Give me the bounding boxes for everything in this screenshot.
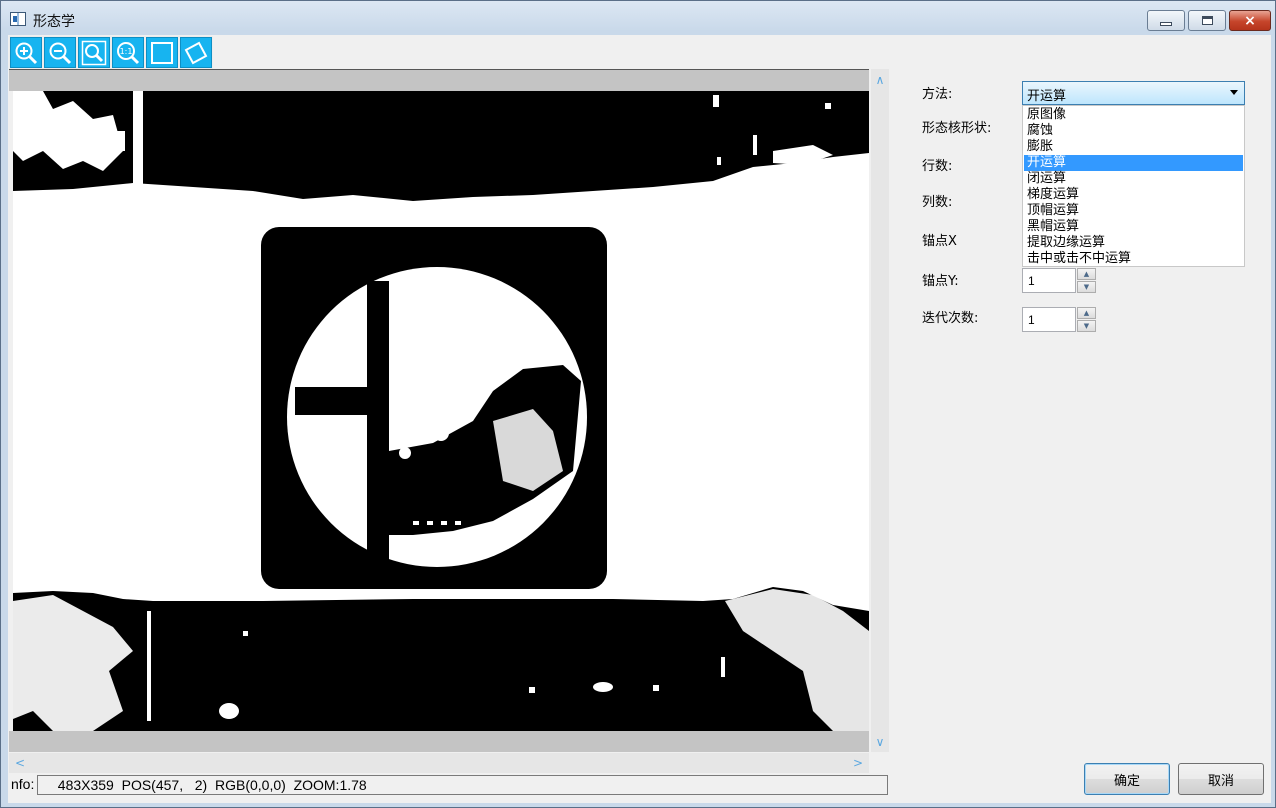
app-icon — [10, 12, 26, 26]
scroll-left-icon[interactable]: < — [11, 754, 29, 772]
iterations-value[interactable]: 1 — [1022, 307, 1076, 332]
close-icon: × — [1244, 12, 1256, 29]
kernel-shape-label: 形态核形状: — [922, 121, 992, 136]
iterations-spinbox[interactable]: 1 ▲ ▼ — [1022, 307, 1096, 332]
method-option[interactable]: 腐蚀 — [1024, 123, 1243, 139]
spin-down-icon[interactable]: ▼ — [1077, 320, 1096, 332]
zoom-fit-icon — [81, 40, 107, 65]
anchor-y-spinbox[interactable]: 1 ▲ ▼ — [1022, 268, 1096, 293]
cols-label: 列数: — [922, 195, 953, 210]
method-option-selected[interactable]: 开运算 — [1024, 155, 1243, 171]
method-option[interactable]: 闭运算 — [1024, 171, 1243, 187]
rotated-rectangle-roi-button[interactable] — [180, 37, 212, 68]
client-area: 1:1 ∧ ∨ < > nfo: 483X359 POS(457, 2) RGB… — [8, 35, 1271, 803]
cancel-button[interactable]: 取消 — [1178, 763, 1264, 795]
status-prefix: nfo: — [11, 776, 35, 792]
horizontal-scrollbar[interactable]: < > — [9, 753, 869, 773]
method-option[interactable]: 膨胀 — [1024, 139, 1243, 155]
spin-down-icon[interactable]: ▼ — [1077, 281, 1096, 293]
method-option[interactable]: 梯度运算 — [1024, 187, 1243, 203]
morphology-dialog: 形态学 × 1:1 ∧ ∨ < > nfo: 483X359 POS(457, … — [0, 0, 1276, 808]
spin-up-icon[interactable]: ▲ — [1077, 307, 1096, 319]
iterations-label: 迭代次数: — [922, 311, 979, 326]
method-option[interactable]: 提取边缘运算 — [1024, 235, 1243, 251]
binary-image-canvas[interactable] — [13, 91, 869, 731]
ok-button[interactable]: 确定 — [1084, 763, 1170, 795]
rectangle-roi-icon — [151, 41, 173, 64]
spin-up-icon[interactable]: ▲ — [1077, 268, 1096, 280]
svg-text:1:1: 1:1 — [120, 47, 133, 56]
scroll-up-icon[interactable]: ∧ — [871, 71, 889, 89]
method-option[interactable]: 顶帽运算 — [1024, 203, 1243, 219]
zoom-actual-size-button[interactable]: 1:1 — [112, 37, 144, 68]
method-option[interactable]: 黑帽运算 — [1024, 219, 1243, 235]
maximize-icon — [1201, 16, 1213, 25]
zoom-in-icon — [15, 42, 38, 64]
zoom-out-icon — [49, 42, 72, 64]
rectangle-roi-button[interactable] — [146, 37, 178, 68]
minimize-button[interactable] — [1147, 10, 1185, 31]
method-combobox[interactable]: 开运算 — [1022, 81, 1245, 105]
image-viewer[interactable]: ∧ ∨ < > — [9, 69, 889, 774]
close-button[interactable]: × — [1229, 10, 1271, 31]
zoom-actual-size-icon: 1:1 — [117, 41, 140, 64]
window-title: 形态学 — [33, 14, 75, 30]
zoom-out-button[interactable] — [44, 37, 76, 68]
anchor-y-value[interactable]: 1 — [1022, 268, 1076, 293]
rows-label: 行数: — [922, 159, 953, 174]
vertical-scrollbar[interactable]: ∧ ∨ — [871, 69, 889, 752]
image-toolbar: 1:1 — [9, 36, 213, 69]
anchor-y-label: 锚点Y: — [922, 274, 959, 289]
canvas-margin-bottom — [9, 731, 869, 752]
morphology-result-image — [13, 91, 869, 731]
method-option[interactable]: 原图像 — [1024, 107, 1243, 123]
zoom-in-button[interactable] — [10, 37, 42, 68]
method-label: 方法: — [922, 87, 953, 102]
zoom-fit-button[interactable] — [78, 37, 110, 68]
scroll-down-icon[interactable]: ∨ — [871, 733, 889, 751]
method-dropdown-list[interactable]: 原图像 腐蚀 膨胀 开运算 闭运算 梯度运算 顶帽运算 黑帽运算 提取边缘运算 … — [1022, 105, 1245, 267]
image-info-text: 483X359 POS(457, 2) RGB(0,0,0) ZOOM:1.78 — [37, 775, 888, 795]
maximize-button[interactable] — [1188, 10, 1226, 31]
method-option[interactable]: 击中或击不中运算 — [1024, 251, 1243, 267]
title-bar: 形态学 × — [1, 1, 1275, 35]
method-selected-value: 开运算 — [1027, 89, 1067, 104]
anchor-x-label: 锚点X — [922, 234, 957, 249]
minimize-icon — [1160, 21, 1172, 26]
scroll-right-icon[interactable]: > — [849, 754, 867, 772]
canvas-margin-top — [9, 69, 869, 91]
rotated-rectangle-roi-icon — [184, 41, 208, 64]
chevron-down-icon[interactable] — [1230, 90, 1238, 95]
status-bar: nfo: 483X359 POS(457, 2) RGB(0,0,0) ZOOM… — [8, 775, 888, 795]
